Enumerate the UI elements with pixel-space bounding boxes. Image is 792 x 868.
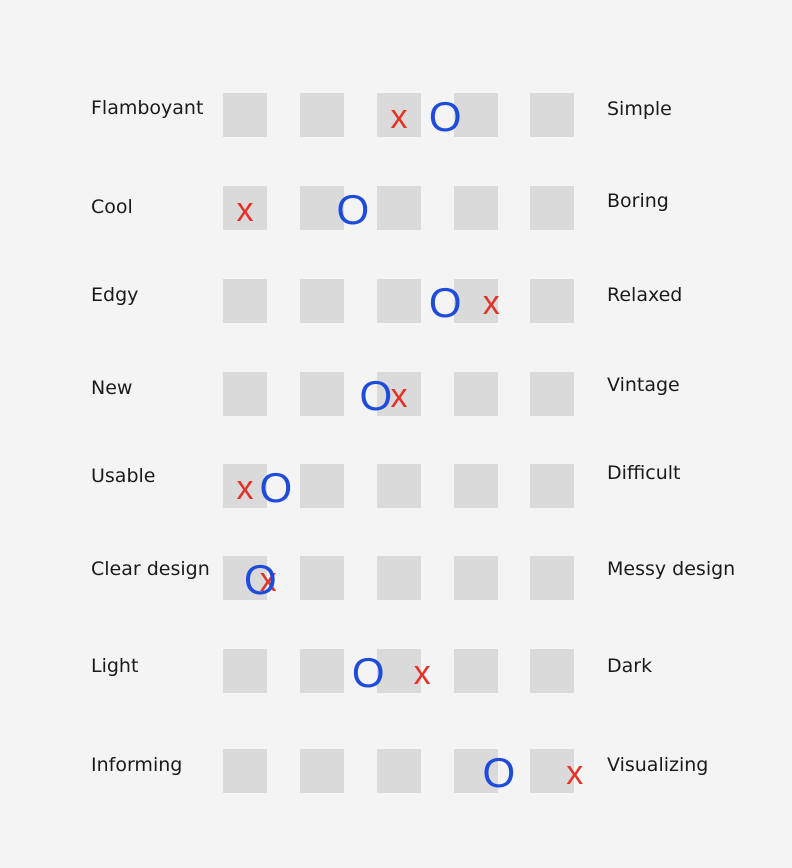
- left-label-clear-design: Clear design: [91, 558, 210, 580]
- x-mark: x: [413, 654, 431, 692]
- scale-cell-2-3[interactable]: [377, 186, 421, 230]
- scale-cell-4-2[interactable]: [300, 372, 344, 416]
- right-label-relaxed: Relaxed: [607, 284, 683, 306]
- scale-cell-4-1[interactable]: [223, 372, 267, 416]
- right-label-visualizing: Visualizing: [607, 754, 709, 776]
- left-label-new: New: [91, 377, 133, 399]
- o-mark: O: [351, 649, 385, 696]
- x-mark: x: [390, 377, 408, 415]
- scale-cell-6-4[interactable]: [454, 556, 498, 600]
- left-label-light: Light: [91, 655, 139, 677]
- o-mark: O: [482, 749, 516, 796]
- scale-cell-8-1[interactable]: [223, 749, 267, 793]
- right-label-messy-design: Messy design: [607, 558, 736, 580]
- x-mark: x: [390, 98, 408, 136]
- scale-cell-3-3[interactable]: [377, 279, 421, 323]
- x-mark: x: [236, 191, 254, 229]
- scale-cell-6-5[interactable]: [530, 556, 574, 600]
- scale-cell-8-2[interactable]: [300, 749, 344, 793]
- scale-cell-7-4[interactable]: [454, 649, 498, 693]
- scale-cell-5-2[interactable]: [300, 464, 344, 508]
- right-label-simple: Simple: [607, 98, 672, 120]
- scale-cell-1-2[interactable]: [300, 93, 344, 137]
- left-label-cool: Cool: [91, 196, 133, 218]
- scale-cell-2-4[interactable]: [454, 186, 498, 230]
- x-mark: x: [566, 754, 584, 792]
- scale-cell-1-5[interactable]: [530, 93, 574, 137]
- left-label-edgy: Edgy: [91, 284, 139, 306]
- scale-cell-5-4[interactable]: [454, 464, 498, 508]
- scale-cell-3-2[interactable]: [300, 279, 344, 323]
- scale-cell-3-1[interactable]: [223, 279, 267, 323]
- left-label-flamboyant: Flamboyant: [91, 97, 204, 119]
- o-mark: O: [336, 186, 370, 233]
- right-label-dark: Dark: [607, 655, 653, 677]
- o-mark: O: [428, 279, 462, 326]
- scale-cell-6-2[interactable]: [300, 556, 344, 600]
- left-label-usable: Usable: [91, 465, 156, 487]
- scale-cell-7-5[interactable]: [530, 649, 574, 693]
- scale-cell-7-1[interactable]: [223, 649, 267, 693]
- right-label-difficult: Difficult: [607, 462, 681, 484]
- o-mark: O: [259, 464, 293, 511]
- scale-cell-4-4[interactable]: [454, 372, 498, 416]
- scale-cell-1-1[interactable]: [223, 93, 267, 137]
- o-mark: O: [244, 556, 277, 603]
- x-mark: x: [482, 284, 500, 322]
- scale-cell-2-5[interactable]: [530, 186, 574, 230]
- scale-cell-8-3[interactable]: [377, 749, 421, 793]
- scale-cell-7-2[interactable]: [300, 649, 344, 693]
- scale-cell-6-3[interactable]: [377, 556, 421, 600]
- scale-cell-3-5[interactable]: [530, 279, 574, 323]
- scale-cell-4-5[interactable]: [530, 372, 574, 416]
- o-mark: O: [428, 93, 462, 140]
- left-label-informing: Informing: [91, 754, 183, 776]
- right-label-boring: Boring: [607, 190, 669, 212]
- scale-cell-5-5[interactable]: [530, 464, 574, 508]
- o-mark: O: [359, 372, 393, 419]
- scale-cell-5-3[interactable]: [377, 464, 421, 508]
- right-label-vintage: Vintage: [607, 374, 680, 396]
- x-mark: x: [236, 469, 254, 507]
